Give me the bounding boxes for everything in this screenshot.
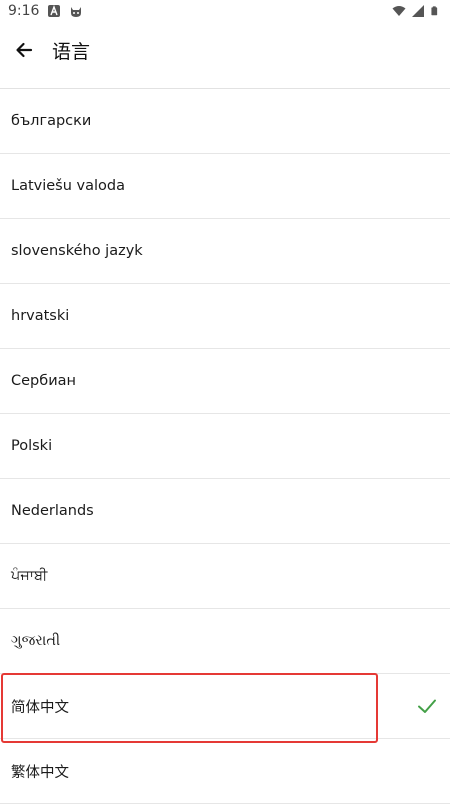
battery-icon bbox=[431, 6, 438, 16]
language-label: hrvatski bbox=[11, 308, 70, 324]
status-right bbox=[392, 4, 440, 18]
language-item-bulgarian[interactable]: български bbox=[0, 89, 450, 154]
wifi-icon bbox=[392, 6, 406, 16]
check-icon bbox=[418, 699, 436, 713]
language-label: Latviešu valoda bbox=[11, 178, 125, 194]
language-label: български bbox=[11, 113, 92, 129]
notification-cat-icon bbox=[71, 7, 82, 17]
status-left: 9:16 bbox=[8, 3, 83, 19]
language-list: български Latviešu valoda slovenského ja… bbox=[0, 89, 450, 804]
status-time: 9:16 bbox=[8, 3, 40, 19]
language-item-simplified-chinese[interactable]: 简体中文 bbox=[0, 674, 450, 739]
language-label: slovenského jazyk bbox=[11, 243, 143, 259]
app-bar: 语言 bbox=[0, 22, 450, 78]
language-label: 繁体中文 bbox=[11, 764, 69, 781]
language-label: 简体中文 bbox=[11, 699, 69, 716]
notification-a-icon bbox=[48, 5, 61, 17]
arrow-left-icon bbox=[16, 42, 33, 58]
language-label: ਪੰਜਾਬੀ bbox=[11, 568, 48, 584]
language-label: Nederlands bbox=[11, 503, 94, 519]
language-label: ગુજરાતી bbox=[11, 633, 61, 649]
language-item-dutch[interactable]: Nederlands bbox=[0, 479, 450, 544]
page-title: 语言 bbox=[52, 40, 91, 63]
language-item-gujarati[interactable]: ગુજરાતી bbox=[0, 609, 450, 674]
language-item-slovak[interactable]: slovenského jazyk bbox=[0, 219, 450, 284]
back-button[interactable] bbox=[0, 26, 48, 74]
language-item-latvian[interactable]: Latviešu valoda bbox=[0, 154, 450, 219]
language-item-serbian[interactable]: Сербиан bbox=[0, 349, 450, 414]
language-item-croatian[interactable]: hrvatski bbox=[0, 284, 450, 349]
signal-icon bbox=[412, 5, 424, 17]
language-label: Polski bbox=[11, 438, 53, 454]
language-item-polish[interactable]: Polski bbox=[0, 414, 450, 479]
status-bar: 9:16 bbox=[0, 0, 450, 22]
language-item-traditional-chinese[interactable]: 繁体中文 bbox=[0, 739, 450, 804]
language-label: Сербиан bbox=[11, 373, 76, 389]
language-item-punjabi[interactable]: ਪੰਜਾਬੀ bbox=[0, 544, 450, 609]
